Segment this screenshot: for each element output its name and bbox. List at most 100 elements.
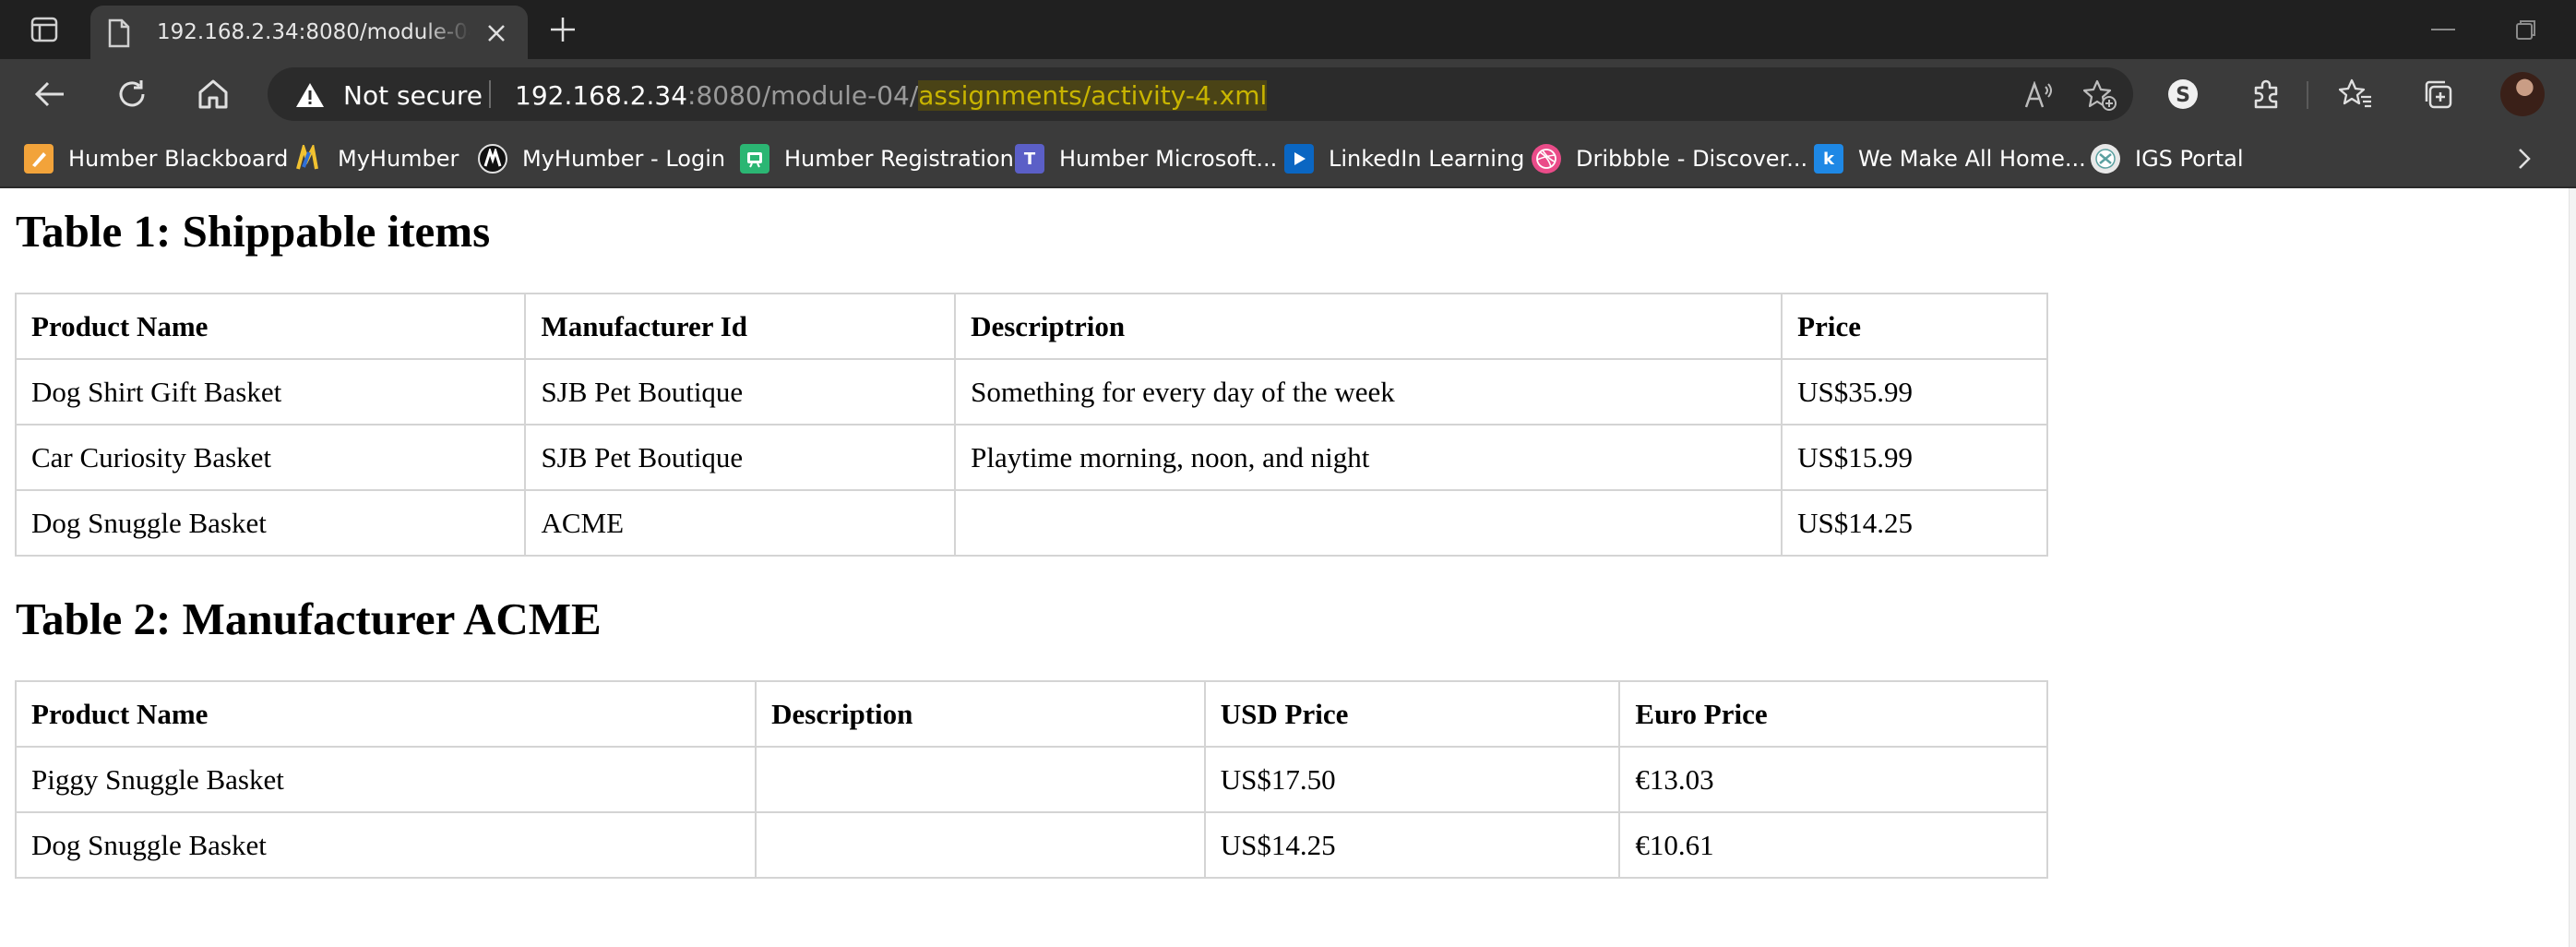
column-header: USD Price	[1203, 680, 1621, 748]
active-tab[interactable]: 192.168.2.34:8080/module-04/assignments/…	[90, 6, 528, 59]
bookmarks-bar: Humber Blackboard MyHumber MyHumber - Lo…	[0, 129, 2576, 188]
back-arrow-icon[interactable]	[30, 74, 70, 114]
address-bar[interactable]: Not secure 192.168.2.34:8080/module-04/a…	[268, 67, 2133, 121]
table-row: Piggy Snuggle Basket US$17.50 €13.03	[14, 746, 2048, 813]
bookmark-label: We Make All Home...	[1858, 146, 2086, 172]
table-cell: US$14.25	[1781, 489, 2048, 557]
bookmark-we-make-all-home[interactable]: k We Make All Home...	[1814, 140, 2086, 177]
table-row: Car Curiosity Basket SJB Pet Boutique Pl…	[14, 424, 2048, 491]
table-row: Dog Shirt Gift Basket SJB Pet Boutique S…	[14, 358, 2048, 426]
table-header-row: Product Name Manufacturer Id Descriptrio…	[14, 293, 2048, 360]
column-header: Product Name	[14, 680, 757, 748]
tab-actions-icon[interactable]	[22, 13, 66, 46]
igs-icon	[2091, 144, 2120, 174]
plus-icon[interactable]	[544, 11, 581, 48]
table-cell	[954, 489, 1783, 557]
k-icon: k	[1814, 144, 1843, 174]
tab-title: 192.168.2.34:8080/module-04/assignments/…	[157, 20, 471, 44]
table2-title: Table 2: Manufacturer ACME	[16, 593, 602, 644]
svg-text:S: S	[2176, 84, 2190, 107]
url-path: assignments/activity-4.xml	[918, 80, 1268, 111]
favorites-icon[interactable]	[2335, 74, 2376, 114]
table-cell: Something for every day of the week	[954, 358, 1783, 426]
collections-icon[interactable]	[2417, 74, 2458, 114]
linkedin-learning-icon	[1284, 144, 1314, 174]
bookmark-label: LinkedIn Learning	[1329, 146, 1525, 172]
table-cell: Car Curiosity Basket	[14, 424, 527, 491]
bookmark-label: Humber Microsoft...	[1059, 146, 1278, 172]
address-divider	[489, 80, 491, 108]
column-header: Descriptrion	[954, 293, 1783, 360]
bookmark-myhumber-login[interactable]: MyHumber - Login	[478, 140, 725, 177]
column-header: Price	[1781, 293, 2048, 360]
bookmark-humber-blackboard[interactable]: Humber Blackboard	[24, 140, 288, 177]
bookmark-myhumber[interactable]: MyHumber	[293, 140, 459, 177]
home-icon[interactable]	[193, 74, 233, 114]
bookmark-label: Dribbble - Discover...	[1576, 146, 1808, 172]
shippable-items-table: Product Name Manufacturer Id Descriptrio…	[14, 293, 2048, 557]
chevron-right-icon[interactable]	[2510, 144, 2539, 174]
bookmark-humber-microsoft[interactable]: T Humber Microsoft...	[1015, 140, 1277, 177]
table-cell: US$17.50	[1203, 746, 1621, 813]
bookmark-label: MyHumber - Login	[522, 146, 726, 172]
myhumber-login-icon	[478, 144, 507, 174]
table1-title: Table 1: Shippable items	[16, 206, 491, 257]
page-content: Table 1: Shippable items Product Name Ma…	[0, 188, 2576, 947]
table-cell	[755, 811, 1206, 879]
column-header: Euro Price	[1618, 680, 2048, 748]
bookmark-label: Humber Registration	[784, 146, 1014, 172]
read-aloud-icon[interactable]	[2021, 78, 2057, 112]
bookmark-label: Humber Blackboard	[68, 146, 289, 172]
table-cell: SJB Pet Boutique	[524, 424, 957, 491]
table-cell: SJB Pet Boutique	[524, 358, 957, 426]
table-cell: Dog Snuggle Basket	[14, 811, 757, 879]
myhumber-icon	[293, 144, 323, 174]
bookmark-igs-portal[interactable]: IGS Portal	[2091, 140, 2244, 177]
page-icon	[107, 18, 131, 52]
registration-icon	[740, 144, 769, 174]
table-cell	[755, 746, 1206, 813]
restore-icon[interactable]	[2510, 17, 2543, 42]
column-header: Manufacturer Id	[524, 293, 957, 360]
bookmark-label: MyHumber	[338, 146, 459, 172]
table-cell: US$15.99	[1781, 424, 2048, 491]
table-cell: Piggy Snuggle Basket	[14, 746, 757, 813]
manufacturer-acme-table: Product Name Description USD Price Euro …	[14, 680, 2048, 879]
teams-icon: T	[1015, 144, 1044, 174]
tab-strip: 192.168.2.34:8080/module-04/assignments/…	[0, 0, 2576, 59]
puzzle-icon[interactable]	[2246, 74, 2286, 114]
avatar[interactable]	[2500, 72, 2545, 116]
table-cell: Dog Snuggle Basket	[14, 489, 527, 557]
table-cell: ACME	[524, 489, 957, 557]
refresh-icon[interactable]	[112, 74, 152, 114]
scrollbar[interactable]	[2569, 188, 2576, 947]
blackboard-icon	[24, 144, 54, 174]
table-cell: €10.61	[1618, 811, 2048, 879]
bookmark-dribbble[interactable]: Dribbble - Discover...	[1532, 140, 1807, 177]
dribbble-icon	[1532, 144, 1561, 174]
bookmark-linkedin-learning[interactable]: LinkedIn Learning	[1284, 140, 1524, 177]
close-icon[interactable]	[483, 20, 509, 46]
table-cell: Dog Shirt Gift Basket	[14, 358, 527, 426]
bookmark-label: IGS Portal	[2135, 146, 2244, 172]
warning-icon[interactable]	[295, 82, 325, 112]
browser-toolbar: Not secure 192.168.2.34:8080/module-04/a…	[0, 59, 2576, 129]
skype-icon[interactable]: S	[2163, 74, 2203, 114]
column-header: Description	[755, 680, 1206, 748]
url-port: :8080/module-04/	[687, 80, 919, 111]
table-cell: Playtime morning, noon, and night	[954, 424, 1783, 491]
star-plus-icon[interactable]	[2081, 78, 2118, 112]
table-row: Dog Snuggle Basket US$14.25 €10.61	[14, 811, 2048, 879]
table-cell: US$14.25	[1203, 811, 1621, 879]
table-header-row: Product Name Description USD Price Euro …	[14, 680, 2048, 748]
minimize-icon[interactable]	[2427, 18, 2460, 41]
table-cell: €13.03	[1618, 746, 2048, 813]
toolbar-divider	[2307, 81, 2308, 109]
bookmark-humber-registration[interactable]: Humber Registration	[740, 140, 1014, 177]
security-status[interactable]: Not secure	[343, 80, 483, 111]
url-host: 192.168.2.34	[515, 80, 688, 111]
table-cell: US$35.99	[1781, 358, 2048, 426]
url-text[interactable]: 192.168.2.34:8080/module-04/assignments/…	[515, 80, 1268, 111]
column-header: Product Name	[14, 293, 527, 360]
table-row: Dog Snuggle Basket ACME US$14.25	[14, 489, 2048, 557]
